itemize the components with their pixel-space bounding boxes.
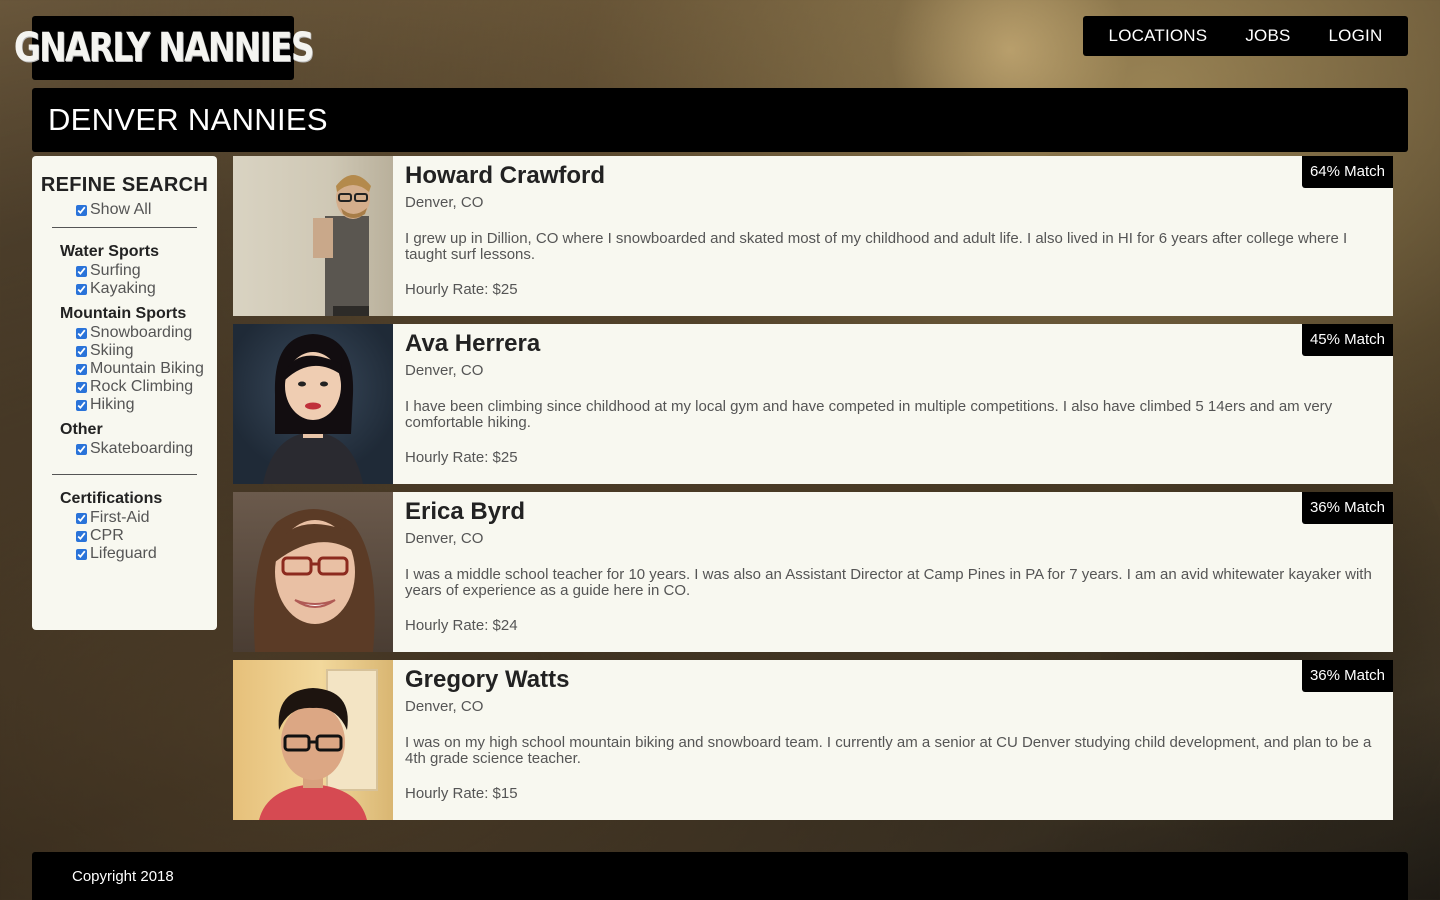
filter-label: Snowboarding <box>90 324 193 341</box>
match-badge: 45% Match <box>1301 324 1393 356</box>
filter-label: Skiing <box>90 342 134 359</box>
filter-label: Skateboarding <box>90 440 194 457</box>
page-title-bar: DENVER NANNIES <box>32 88 1408 152</box>
nanny-location: Denver, CO <box>405 530 484 547</box>
filter-first-aid[interactable]: First-Aid <box>32 509 217 527</box>
cpr-checkbox[interactable] <box>76 530 87 542</box>
filter-surfing[interactable]: Surfing <box>32 262 217 280</box>
filter-mountain-biking[interactable]: Mountain Biking <box>32 360 217 378</box>
surfing-checkbox[interactable] <box>76 265 87 277</box>
sidebar-divider <box>52 227 197 228</box>
nanny-details: Ava Herrera Denver, CO I have been climb… <box>393 324 1393 484</box>
filter-kayaking[interactable]: Kayaking <box>32 280 217 298</box>
filter-group-certifications: Certifications First-Aid CPR Lifeguard <box>32 489 217 563</box>
nanny-location: Denver, CO <box>405 362 484 379</box>
person-avatar-icon <box>253 509 375 652</box>
match-badge: 36% Match <box>1301 660 1393 692</box>
filter-label: Kayaking <box>90 280 156 297</box>
lifeguard-checkbox[interactable] <box>76 548 87 560</box>
nanny-bio: I was on my high school mountain biking … <box>405 734 1372 767</box>
rock-climbing-checkbox[interactable] <box>76 381 87 393</box>
hiking-checkbox[interactable] <box>76 399 87 411</box>
nanny-details: Howard Crawford Denver, CO I grew up in … <box>393 156 1393 316</box>
skateboarding-checkbox[interactable] <box>76 443 87 455</box>
copyright-text: Copyright 2018 <box>72 867 174 885</box>
refine-search-panel: REFINE SEARCH Show All Water Sports Surf… <box>32 156 217 630</box>
nanny-rate: Hourly Rate: $15 <box>405 785 518 802</box>
nanny-card[interactable]: Howard Crawford Denver, CO I grew up in … <box>233 156 1393 316</box>
filter-label: Mountain Biking <box>90 360 204 377</box>
match-badge: 36% Match <box>1301 492 1393 524</box>
nanny-location: Denver, CO <box>405 698 484 715</box>
filter-skateboarding[interactable]: Skateboarding <box>32 440 217 458</box>
person-avatar-icon <box>313 175 371 316</box>
filter-label: Lifeguard <box>90 545 157 562</box>
nanny-results: Howard Crawford Denver, CO I grew up in … <box>233 156 1393 828</box>
first-aid-checkbox[interactable] <box>76 512 87 524</box>
nanny-rate: Hourly Rate: $25 <box>405 449 518 466</box>
skiing-checkbox[interactable] <box>76 345 87 357</box>
filter-cpr[interactable]: CPR <box>32 527 217 545</box>
show-all-checkbox[interactable] <box>76 204 87 216</box>
nanny-name[interactable]: Howard Crawford <box>405 162 1393 190</box>
site-footer: Copyright 2018 <box>32 852 1408 900</box>
match-badge: 64% Match <box>1301 156 1393 188</box>
filter-group-water-sports: Water Sports Surfing Kayaking <box>32 242 217 298</box>
filter-group-mountain-sports: Mountain Sports Snowboarding Skiing Moun… <box>32 304 217 414</box>
page-title: DENVER NANNIES <box>48 102 328 137</box>
nanny-bio: I have been climbing since childhood at … <box>405 398 1333 431</box>
nanny-details: Gregory Watts Denver, CO I was on my hig… <box>393 660 1393 820</box>
nav-jobs[interactable]: JOBS <box>1245 26 1290 46</box>
kayaking-checkbox[interactable] <box>76 283 87 295</box>
logo-text: GNARLY NANNIES <box>13 25 315 71</box>
nanny-bio: I grew up in Dillion, CO where I snowboa… <box>405 230 1348 263</box>
refine-search-title: REFINE SEARCH <box>40 174 209 196</box>
nanny-name[interactable]: Ava Herrera <box>405 330 1393 358</box>
filter-lifeguard[interactable]: Lifeguard <box>32 545 217 563</box>
group-title: Water Sports <box>60 243 159 260</box>
person-avatar-icon <box>263 334 363 484</box>
filter-label: Surfing <box>90 262 141 279</box>
nanny-name[interactable]: Gregory Watts <box>405 666 1393 694</box>
filter-label: First-Aid <box>90 509 150 526</box>
filter-label: Hiking <box>90 396 135 413</box>
filter-show-all[interactable]: Show All <box>32 201 217 219</box>
filter-snowboarding[interactable]: Snowboarding <box>32 324 217 342</box>
nanny-photo[interactable] <box>233 492 393 652</box>
filter-skiing[interactable]: Skiing <box>32 342 217 360</box>
nanny-photo[interactable] <box>233 324 393 484</box>
nanny-card[interactable]: Ava Herrera Denver, CO I have been climb… <box>233 324 1393 484</box>
person-avatar-icon <box>259 669 378 820</box>
show-all-label: Show All <box>90 201 152 218</box>
nanny-name[interactable]: Erica Byrd <box>405 498 1393 526</box>
filter-group-other: Other Skateboarding <box>32 420 217 458</box>
sidebar-divider <box>52 474 197 475</box>
mountain-biking-checkbox[interactable] <box>76 363 87 375</box>
site-logo[interactable]: GNARLY NANNIES <box>14 16 314 80</box>
filter-label: Rock Climbing <box>90 378 194 395</box>
nav-login[interactable]: LOGIN <box>1329 26 1383 46</box>
group-title: Mountain Sports <box>60 305 187 322</box>
nanny-card[interactable]: Erica Byrd Denver, CO I was a middle sch… <box>233 492 1393 652</box>
filter-hiking[interactable]: Hiking <box>32 396 217 414</box>
nanny-photo[interactable] <box>233 156 393 316</box>
main-nav: LOCATIONS JOBS LOGIN <box>1083 16 1408 56</box>
nav-locations[interactable]: LOCATIONS <box>1109 26 1208 46</box>
nanny-location: Denver, CO <box>405 194 484 211</box>
nanny-photo[interactable] <box>233 660 393 820</box>
snowboarding-checkbox[interactable] <box>76 327 87 339</box>
nanny-bio: I was a middle school teacher for 10 yea… <box>405 566 1372 599</box>
nanny-rate: Hourly Rate: $25 <box>405 281 518 298</box>
group-title: Other <box>60 421 103 438</box>
nanny-card[interactable]: Gregory Watts Denver, CO I was on my hig… <box>233 660 1393 820</box>
filter-label: CPR <box>90 527 124 544</box>
filter-rock-climbing[interactable]: Rock Climbing <box>32 378 217 396</box>
nanny-rate: Hourly Rate: $24 <box>405 617 518 634</box>
nanny-details: Erica Byrd Denver, CO I was a middle sch… <box>393 492 1393 652</box>
group-title: Certifications <box>60 490 163 507</box>
